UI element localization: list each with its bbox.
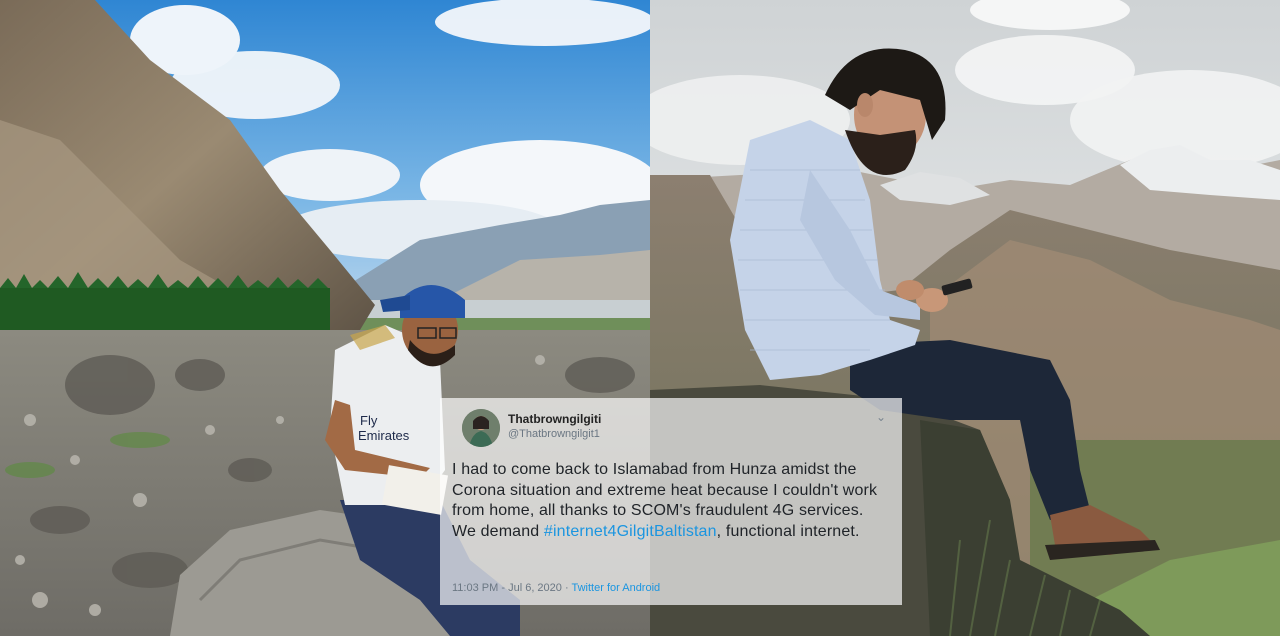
chevron-down-icon[interactable]: ⌄ <box>876 410 886 424</box>
tweet-date[interactable]: Jul 6, 2020 <box>508 582 562 594</box>
jersey-sponsor-line1: Fly <box>360 413 378 428</box>
tweet-card[interactable]: Thatbrowngilgiti @Thatbrowngilgit1 ⌄ I h… <box>440 398 902 605</box>
tweet-header: Thatbrowngilgiti @Thatbrowngilgit1 ⌄ <box>452 404 890 450</box>
tweet-source-link[interactable]: Twitter for Android <box>572 582 661 594</box>
tweet-meta-dot: · <box>564 582 569 594</box>
tweet-hashtag-link[interactable]: #internet4GilgitBaltistan <box>544 523 717 540</box>
tweet-time[interactable]: 11:03 PM <box>452 582 498 594</box>
tweet-handle[interactable]: @Thatbrowngilgit1 <box>508 428 600 440</box>
tweet-display-name[interactable]: Thatbrowngilgiti <box>508 412 601 426</box>
avatar-image <box>462 409 500 447</box>
jersey-sponsor-line2: Emirates <box>358 428 410 443</box>
tweet-text: I had to come back to Islamabad from Hun… <box>452 460 890 542</box>
tweet-text-end: , functional internet. <box>716 522 860 540</box>
tweet-meta: 11:03 PM - Jul 6, 2020 · Twitter for And… <box>452 582 660 594</box>
avatar[interactable] <box>462 409 500 447</box>
